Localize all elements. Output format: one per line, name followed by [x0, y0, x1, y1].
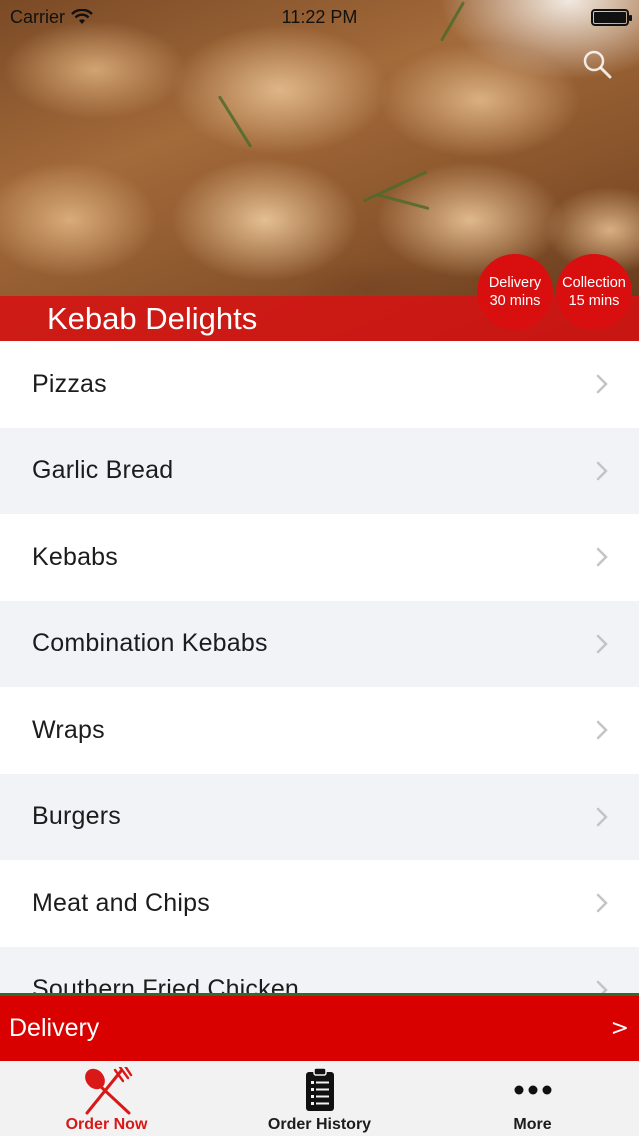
tab-bar: Order Now Order History More [0, 1061, 639, 1136]
search-button[interactable] [581, 48, 613, 80]
menu-item-label: Kebabs [32, 542, 118, 571]
fork-spoon-icon [84, 1067, 132, 1115]
menu-item-label: Garlic Bread [32, 456, 174, 485]
menu-item-combination-kebabs[interactable]: Combination Kebabs [0, 600, 639, 687]
battery-level [594, 11, 626, 23]
delivery-badge-label: Delivery [488, 275, 542, 291]
tab-order-now[interactable]: Order Now [0, 1061, 213, 1136]
delivery-time-badge: Delivery 30 mins [477, 254, 553, 330]
order-type-label: Delivery [9, 1014, 100, 1042]
order-type-arrow: > [610, 1016, 629, 1041]
herb-garnish [375, 192, 430, 211]
carrier-label: Carrier [10, 6, 66, 27]
menu-item-label: Meat and Chips [32, 888, 210, 917]
menu-item-garlic-bread[interactable]: Garlic Bread [0, 427, 639, 514]
tab-label: More [513, 1116, 552, 1133]
collection-time-badge: Collection 15 mins [556, 254, 632, 330]
tab-label: Order History [267, 1116, 372, 1133]
status-bar: Carrier 11:22 PM [0, 0, 639, 34]
battery-icon [591, 8, 632, 26]
menu-item-label: Southern Fried Chicken [32, 975, 300, 993]
menu-item-pizzas[interactable]: Pizzas [0, 341, 639, 428]
menu-item-burgers[interactable]: Burgers [0, 773, 639, 860]
status-left: Carrier [10, 7, 93, 28]
menu-item-wraps[interactable]: Wraps [0, 687, 639, 774]
more-dots-icon [514, 1085, 551, 1095]
menu-category-list[interactable]: Pizzas Garlic Bread Kebabs Combination K… [0, 341, 639, 993]
order-type-bar[interactable]: Delivery > [0, 993, 639, 1061]
chevron-right-icon [596, 721, 608, 740]
wifi-icon [71, 9, 93, 24]
chevron-right-icon [596, 375, 608, 394]
menu-item-southern-fried-chicken[interactable]: Southern Fried Chicken [0, 946, 639, 993]
clipboard-icon [305, 1067, 334, 1111]
tab-label: Order Now [65, 1116, 148, 1133]
chevron-right-icon [596, 807, 608, 826]
search-icon [583, 50, 612, 79]
menu-item-kebabs[interactable]: Kebabs [0, 514, 639, 601]
herb-garnish [217, 95, 253, 148]
store-name: Kebab Delights [47, 301, 258, 336]
menu-item-label: Wraps [32, 715, 105, 744]
chevron-right-icon [596, 461, 608, 480]
collection-badge-time: 15 mins [568, 293, 620, 309]
menu-item-meat-and-chips[interactable]: Meat and Chips [0, 860, 639, 947]
chevron-right-icon [596, 548, 608, 567]
chevron-right-icon [596, 634, 608, 653]
menu-item-label: Pizzas [32, 369, 107, 398]
menu-item-label: Combination Kebabs [32, 629, 268, 658]
hero-banner: Carrier 11:22 PM Kebab Delights Delivery… [0, 0, 639, 341]
tab-order-history[interactable]: Order History [213, 1061, 426, 1136]
status-time: 11:22 PM [281, 6, 358, 27]
menu-item-label: Burgers [32, 802, 121, 831]
chevron-right-icon [596, 894, 608, 913]
chevron-right-icon [596, 980, 608, 993]
tab-more[interactable]: More [426, 1061, 639, 1136]
collection-badge-label: Collection [562, 275, 626, 291]
delivery-badge-time: 30 mins [489, 293, 541, 309]
